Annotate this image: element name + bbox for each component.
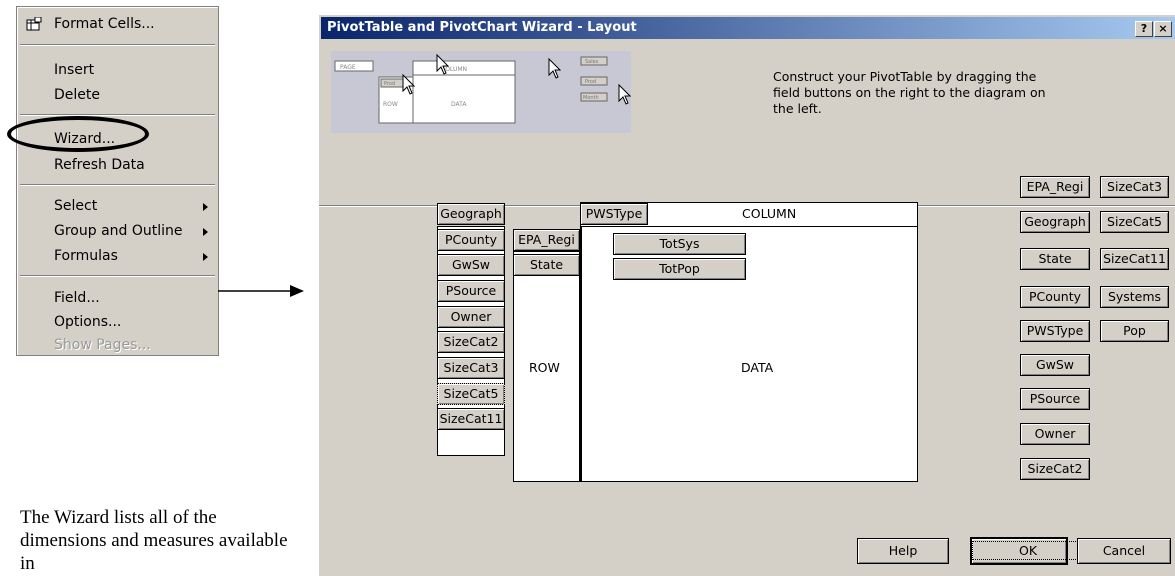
menu-item-label: Field...	[54, 290, 100, 306]
field-list-button[interactable]: PCounty	[1020, 286, 1090, 308]
menu-item-field[interactable]: Field...	[54, 290, 100, 306]
help-button-label: Help	[888, 543, 918, 558]
page-field-button[interactable]: GwSw	[437, 254, 505, 276]
field-list-button[interactable]: SizeCat2	[1020, 458, 1090, 480]
menu-item-label: Delete	[54, 87, 100, 103]
svg-text:Prod: Prod	[384, 81, 395, 87]
cancel-button[interactable]: Cancel	[1077, 538, 1171, 564]
dialog-title: PivotTable and PivotChart Wizard - Layou…	[327, 20, 637, 35]
cancel-button-label: Cancel	[1102, 543, 1146, 558]
menu-item-label: Show Pages...	[54, 337, 151, 353]
menu-item-group-and-outline[interactable]: Group and Outline	[54, 223, 183, 239]
data-field-button[interactable]: TotSys	[613, 233, 746, 255]
highlight-oval	[7, 116, 149, 152]
layout-preview-image: PAGE COLUMN ROW DATA Prod Sales Prod Mon…	[331, 51, 631, 133]
svg-text:ROW: ROW	[383, 101, 398, 108]
menu-item-label: Options...	[54, 314, 122, 330]
pointer-arrow-icon	[218, 285, 304, 297]
page-field-button[interactable]: PSource	[437, 280, 505, 302]
data-field-button[interactable]: TotPop	[613, 258, 746, 280]
field-list-button[interactable]: SizeCat3	[1100, 176, 1169, 198]
pivot-wizard-dialog: PivotTable and PivotChart Wizard - Layou…	[318, 14, 1175, 576]
menu-item-insert[interactable]: Insert	[54, 62, 94, 78]
page-field-button[interactable]: SizeCat3	[437, 357, 505, 379]
field-list-button[interactable]: Geograph	[1020, 211, 1090, 233]
field-list-button[interactable]: GwSw	[1020, 354, 1090, 376]
data-zone-label: DATA	[741, 360, 774, 375]
column-zone-label: COLUMN	[742, 206, 797, 221]
menu-item-label: Select	[54, 198, 98, 214]
field-list-button[interactable]: SizeCat11	[1100, 248, 1169, 270]
submenu-arrow-icon	[203, 253, 208, 261]
page-field-button[interactable]: Geograph	[437, 203, 505, 225]
help-button[interactable]: Help	[857, 538, 949, 564]
page-field-button[interactable]: SizeCat11	[437, 408, 505, 430]
menu-item-label: Refresh Data	[54, 157, 145, 173]
menu-item-format-cells[interactable]: Format Cells...	[54, 16, 155, 32]
menu-separator	[20, 275, 215, 277]
field-list-button[interactable]: SizeCat5	[1100, 211, 1169, 233]
ok-button-label: OK	[972, 541, 1085, 560]
ok-button[interactable]: OK	[970, 537, 1085, 565]
row-zone-label: ROW	[529, 360, 560, 375]
page-field-button[interactable]: SizeCat2	[437, 331, 505, 353]
menu-item-options[interactable]: Options...	[54, 314, 121, 330]
menu-item-show-pages: Show Pages...	[54, 337, 151, 353]
menu-item-label: Format Cells...	[54, 16, 155, 32]
close-icon[interactable]: ×	[1154, 21, 1172, 37]
field-list-button[interactable]: PSource	[1020, 388, 1090, 410]
field-list-button[interactable]: Systems	[1100, 286, 1169, 308]
row-field-button[interactable]: State	[513, 254, 580, 276]
page-field-button[interactable]: SizeCat5	[437, 383, 505, 405]
field-list-button[interactable]: State	[1020, 248, 1090, 270]
field-list-button[interactable]: PWSType	[1020, 320, 1090, 342]
svg-text:Month: Month	[583, 95, 599, 101]
row-field-button[interactable]: EPA_Regi	[513, 229, 580, 251]
menu-item-delete[interactable]: Delete	[54, 87, 100, 103]
caption-text: The Wizard lists all of the dimensions a…	[20, 507, 288, 574]
svg-text:PAGE: PAGE	[340, 64, 356, 71]
menu-item-label: Group and Outline	[54, 223, 183, 239]
menu-item-refresh-data[interactable]: Refresh Data	[54, 157, 145, 173]
title-bar: PivotTable and PivotChart Wizard - Layou…	[321, 17, 1175, 39]
menu-separator	[20, 114, 215, 116]
svg-text:Sales: Sales	[585, 59, 599, 65]
svg-text:Prod: Prod	[585, 79, 596, 85]
help-glyph: ?	[1140, 22, 1148, 35]
close-glyph: ×	[1158, 22, 1168, 35]
submenu-arrow-icon	[203, 228, 208, 236]
field-list-button[interactable]: Owner	[1020, 423, 1090, 445]
context-menu: Format Cells... Insert Delete Wizard... …	[16, 6, 219, 356]
menu-item-label: Insert	[54, 62, 95, 78]
field-list-button[interactable]: EPA_Regi	[1020, 176, 1090, 198]
instructions-text: Construct your PivotTable by dragging th…	[773, 69, 1046, 116]
page-field-button[interactable]: PCounty	[437, 229, 505, 251]
page-field-button[interactable]: Owner	[437, 306, 505, 328]
menu-item-select[interactable]: Select	[54, 198, 97, 214]
submenu-arrow-icon	[203, 203, 208, 211]
menu-item-formulas[interactable]: Formulas	[54, 248, 118, 264]
field-list-button[interactable]: Pop	[1100, 320, 1169, 342]
help-icon[interactable]: ?	[1135, 21, 1153, 37]
svg-text:DATA: DATA	[451, 101, 467, 108]
menu-separator	[20, 184, 215, 186]
menu-separator	[20, 44, 215, 46]
format-cells-icon	[26, 17, 42, 31]
column-field-button[interactable]: PWSType	[580, 203, 648, 225]
menu-item-label: Formulas	[54, 248, 118, 264]
